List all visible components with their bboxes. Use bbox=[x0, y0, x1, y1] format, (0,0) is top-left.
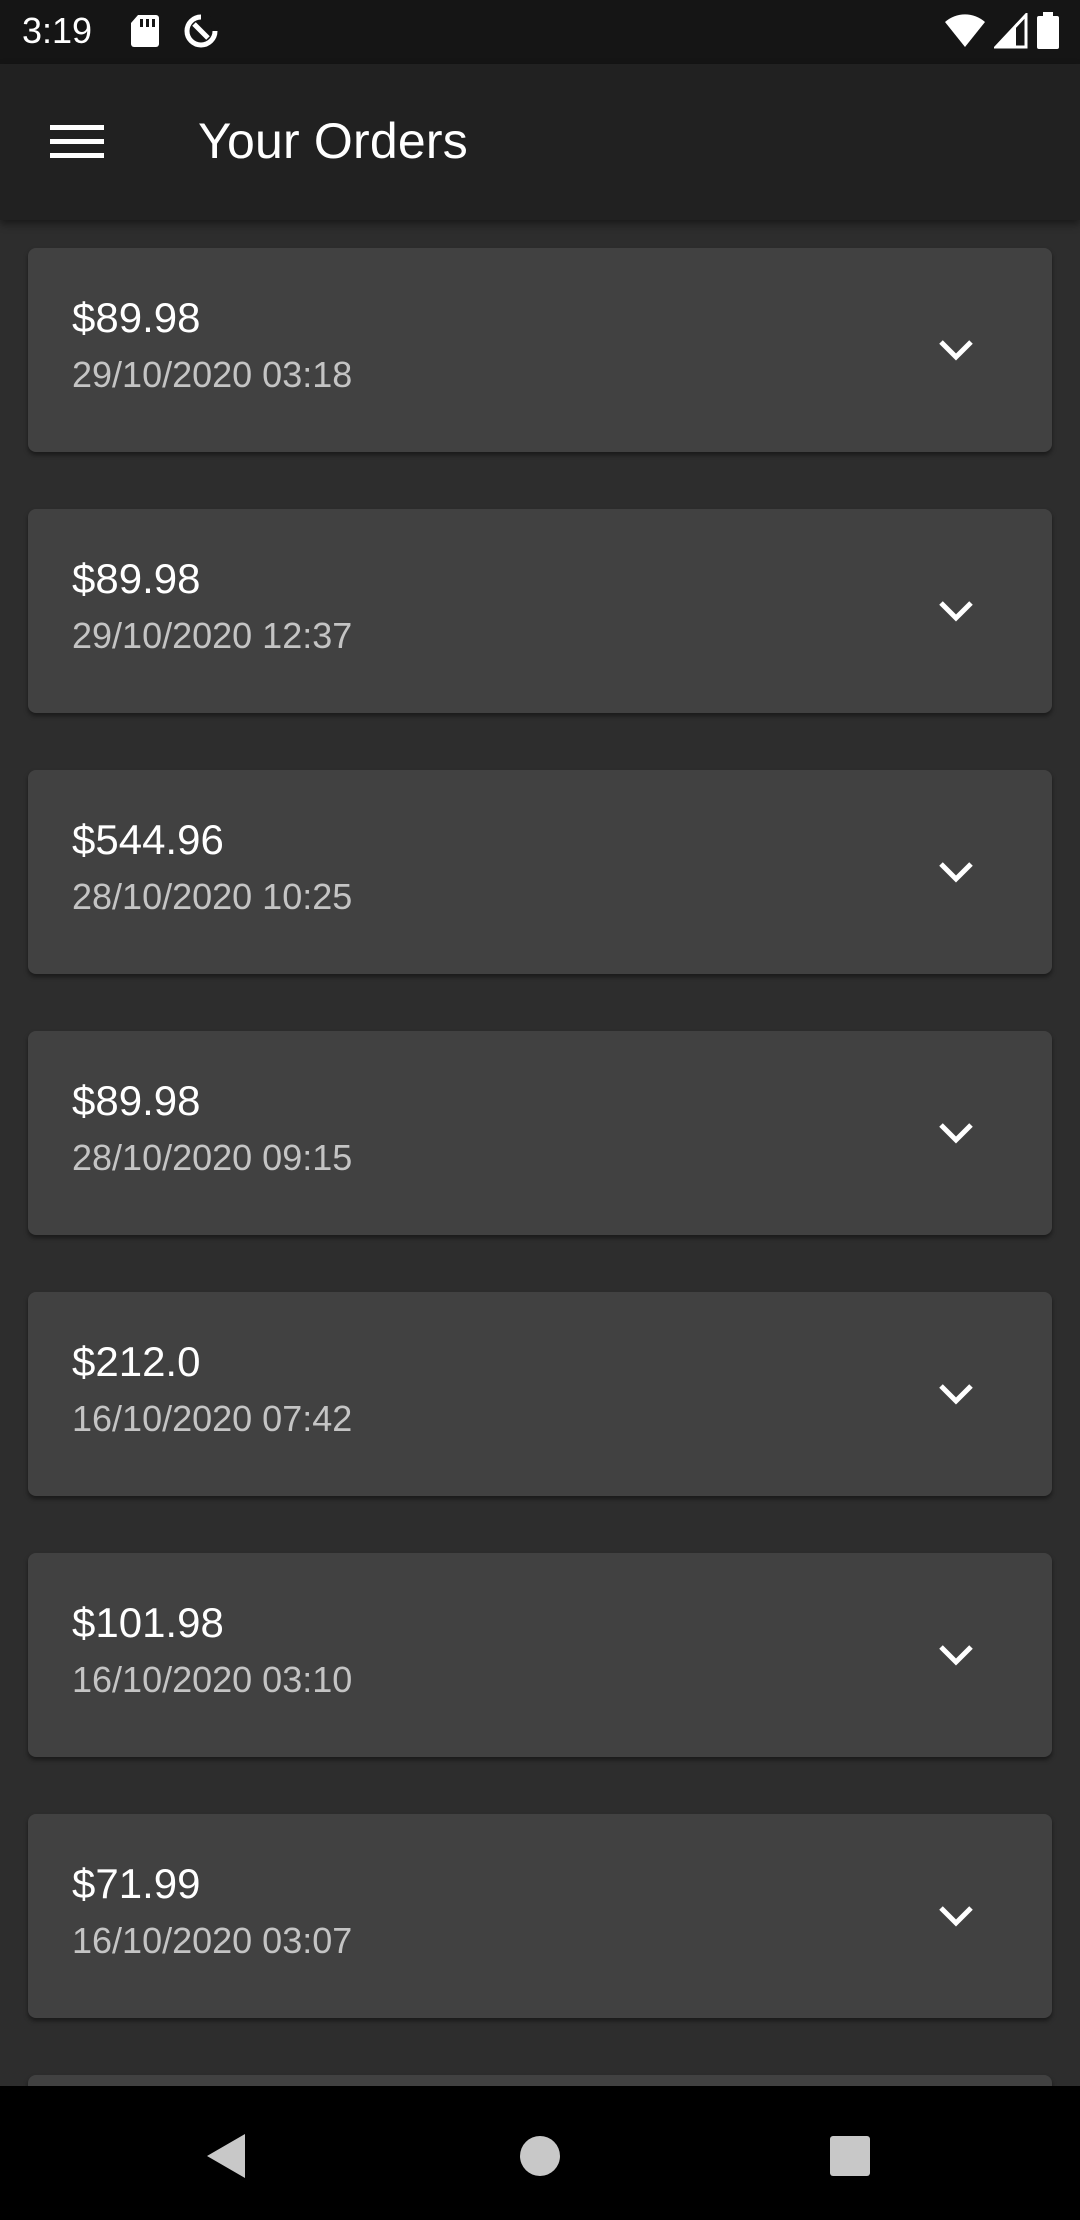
order-total: $544.96 bbox=[72, 816, 224, 863]
home-icon bbox=[520, 2136, 560, 2176]
order-card[interactable]: $544.96 28/10/2020 10:25 bbox=[28, 770, 1052, 974]
order-card[interactable]: $101.98 16/10/2020 03:10 bbox=[28, 1553, 1052, 1757]
hamburger-menu-icon bbox=[50, 123, 104, 164]
back-icon bbox=[207, 2134, 245, 2178]
sd-card-icon bbox=[130, 14, 160, 53]
orders-list[interactable]: $89.98 29/10/2020 03:18 $89.98 29/10/202… bbox=[0, 220, 1080, 2086]
order-date: 28/10/2020 09:15 bbox=[72, 1137, 353, 1178]
menu-button[interactable] bbox=[36, 114, 118, 172]
battery-icon bbox=[1036, 12, 1060, 55]
app-bar: Your Orders bbox=[0, 64, 1080, 220]
recents-icon bbox=[830, 2136, 870, 2176]
order-card[interactable]: $71.99 16/10/2020 03:07 bbox=[28, 1814, 1052, 2018]
order-card[interactable]: $212.0 16/10/2020 07:42 bbox=[28, 1292, 1052, 1496]
navigation-bar bbox=[0, 2086, 1080, 2220]
recents-button[interactable] bbox=[810, 2116, 890, 2196]
order-total: $89.98 bbox=[72, 555, 201, 602]
status-time: 3:19 bbox=[22, 10, 93, 51]
order-total: $89.98 bbox=[72, 1077, 201, 1124]
data-saver-icon bbox=[182, 12, 220, 55]
order-card[interactable]: $89.98 29/10/2020 03:18 bbox=[28, 248, 1052, 452]
chevron-down-icon bbox=[939, 1906, 973, 1927]
order-date: 29/10/2020 03:18 bbox=[72, 354, 353, 395]
order-date: 16/10/2020 07:42 bbox=[72, 1398, 353, 1439]
home-button[interactable] bbox=[500, 2116, 580, 2196]
expand-button[interactable] bbox=[926, 320, 986, 380]
chevron-down-icon bbox=[939, 340, 973, 361]
expand-button[interactable] bbox=[926, 842, 986, 902]
order-total: $212.0 bbox=[72, 1338, 201, 1385]
cell-signal-icon bbox=[992, 11, 1028, 54]
order-total: $71.99 bbox=[72, 1860, 201, 1907]
expand-button[interactable] bbox=[926, 1103, 986, 1163]
expand-button[interactable] bbox=[926, 1625, 986, 1685]
expand-button[interactable] bbox=[926, 1364, 986, 1424]
status-bar: 3:19 bbox=[0, 0, 1080, 64]
order-date: 16/10/2020 03:07 bbox=[72, 1920, 353, 1961]
chevron-down-icon bbox=[939, 601, 973, 622]
order-card[interactable]: $89.98 28/10/2020 09:15 bbox=[28, 1031, 1052, 1235]
order-date: 16/10/2020 03:10 bbox=[72, 1659, 353, 1700]
expand-button[interactable] bbox=[926, 581, 986, 641]
expand-button[interactable] bbox=[926, 1886, 986, 1946]
order-total: $101.98 bbox=[72, 1599, 224, 1646]
page-title: Your Orders bbox=[198, 113, 468, 169]
order-card-partial[interactable] bbox=[28, 2075, 1052, 2086]
back-button[interactable] bbox=[186, 2116, 266, 2196]
wifi-icon bbox=[944, 13, 986, 54]
order-total: $89.98 bbox=[72, 294, 201, 341]
order-card[interactable]: $89.98 29/10/2020 12:37 bbox=[28, 509, 1052, 713]
chevron-down-icon bbox=[939, 1645, 973, 1666]
order-date: 28/10/2020 10:25 bbox=[72, 876, 353, 917]
orders-screen: 3:19 Your Orders $89.98 29/10/2020 03:18… bbox=[0, 0, 1080, 2220]
chevron-down-icon bbox=[939, 862, 973, 883]
chevron-down-icon bbox=[939, 1123, 973, 1144]
order-date: 29/10/2020 12:37 bbox=[72, 615, 353, 656]
chevron-down-icon bbox=[939, 1384, 973, 1405]
